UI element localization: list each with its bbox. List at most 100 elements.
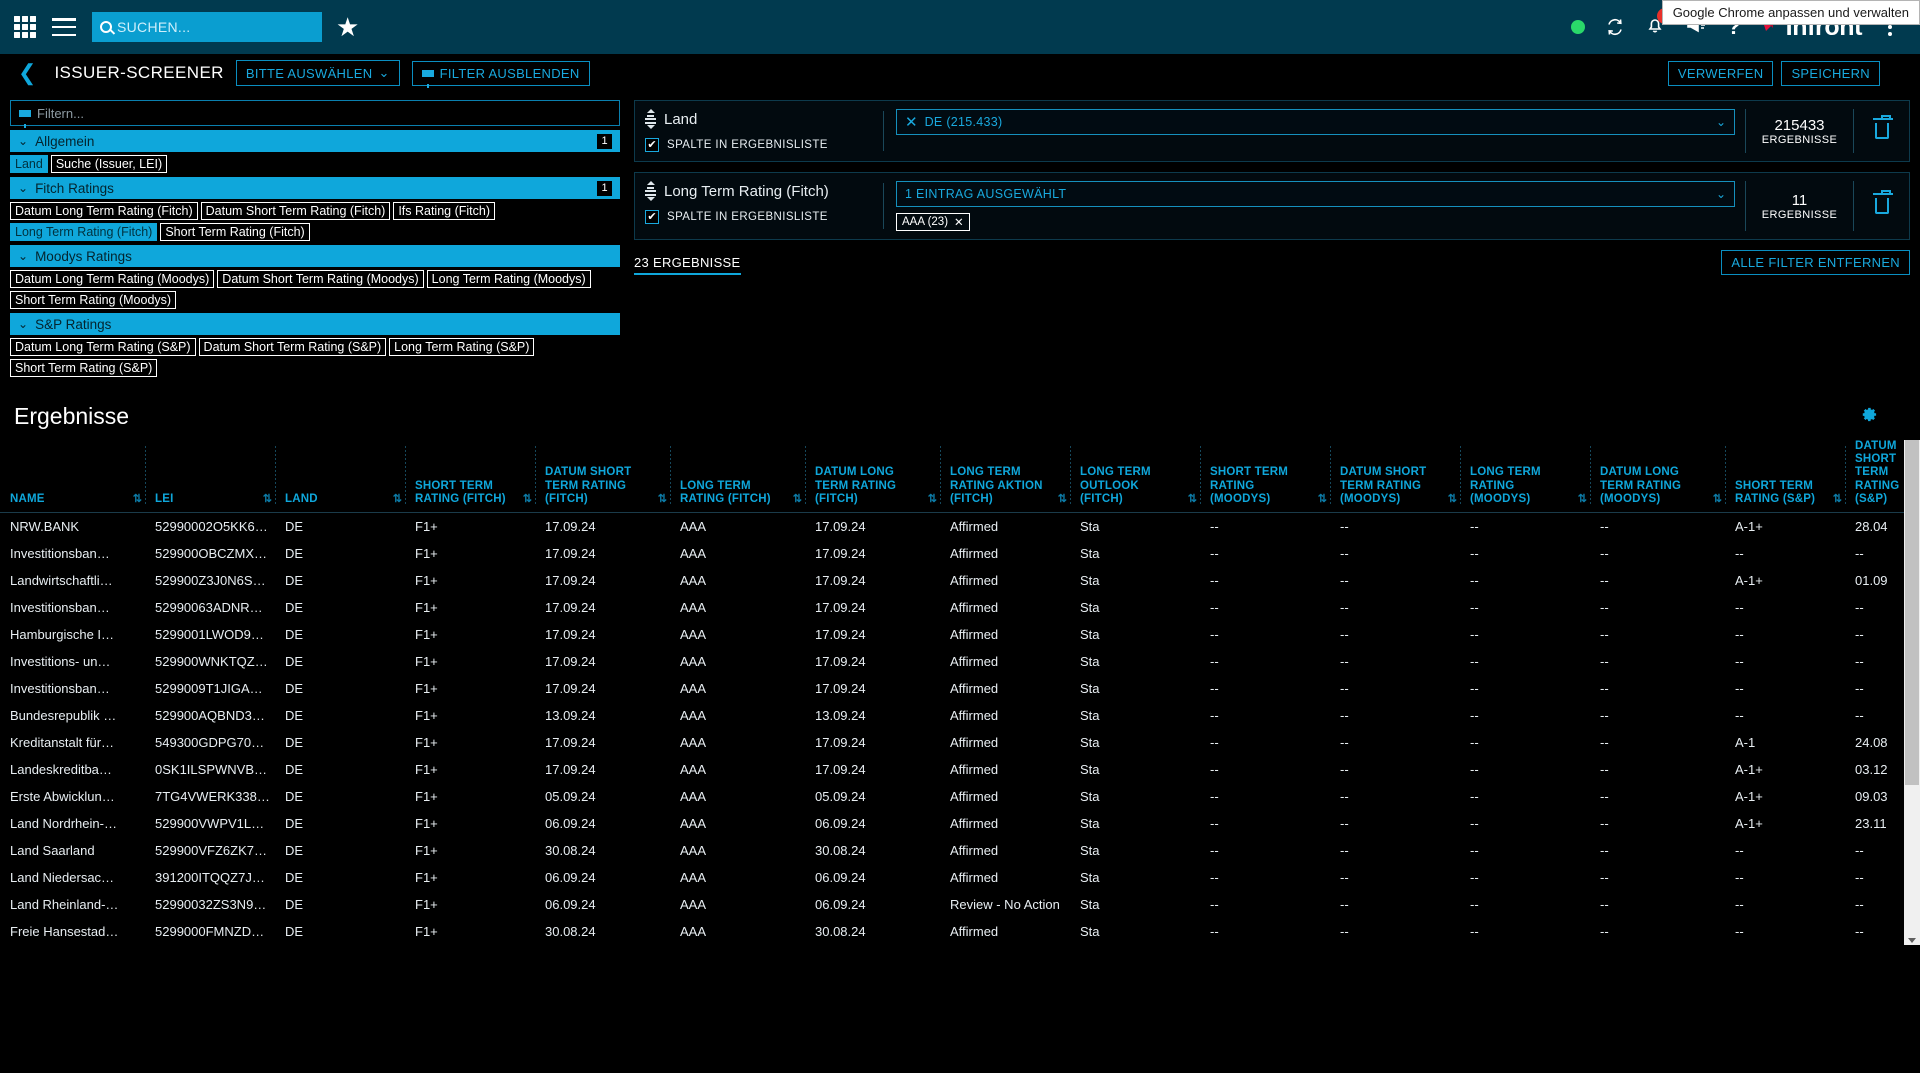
filter-search-input[interactable]: Filtern...: [10, 100, 620, 126]
selected-tag[interactable]: AAA (23)✕: [896, 213, 970, 231]
table-row[interactable]: Investitionsban…5299009T1JIGA…DEF1+17.09…: [0, 675, 1920, 702]
filter-group-header[interactable]: ⌄Moodys Ratings: [10, 245, 620, 267]
sort-toggle-icon[interactable]: ⇅: [1578, 493, 1586, 506]
table-cell: --: [1725, 918, 1845, 945]
table-row[interactable]: Erste Abwicklun…7TG4VWERK338…DEF1+05.09.…: [0, 783, 1920, 810]
filter-chip[interactable]: Short Term Rating (S&P): [10, 359, 157, 377]
results-vertical-scrollbar[interactable]: [1904, 440, 1920, 945]
table-column-header[interactable]: DATUM LONG TERM RATING (MOODYS)⇅: [1590, 440, 1725, 513]
table-cell: DE: [275, 648, 405, 675]
filter-chip[interactable]: Ifs Rating (Fitch): [393, 202, 495, 220]
table-row[interactable]: Kreditanstalt für…549300GDPG70…DEF1+17.0…: [0, 729, 1920, 756]
hide-filter-button[interactable]: FILTER AUSBLENDEN: [412, 61, 590, 86]
sort-toggle-icon[interactable]: ⇅: [928, 493, 936, 506]
table-row[interactable]: Bundesrepublik …529900AQBND3…DEF1+13.09.…: [0, 702, 1920, 729]
table-column-header[interactable]: DATUM LONG TERM RATING (FITCH)⇅: [805, 440, 940, 513]
sort-toggle-icon[interactable]: ⇅: [1448, 493, 1456, 506]
table-row[interactable]: Investitionsban…52990063ADNR…DEF1+17.09.…: [0, 594, 1920, 621]
table-row[interactable]: Investitionsban…529900OBCZMX…DEF1+17.09.…: [0, 540, 1920, 567]
back-chevron-icon[interactable]: ❮: [12, 60, 42, 86]
table-row[interactable]: Hamburgische I…5299001LWOD9…DEF1+17.09.2…: [0, 621, 1920, 648]
table-cell: Sta: [1070, 513, 1200, 540]
table-row[interactable]: Land Rheinland-…52990032ZS3N9…DEF1+06.09…: [0, 891, 1920, 918]
gear-icon[interactable]: [1859, 405, 1878, 429]
filter-chip[interactable]: Suche (Issuer, LEI): [51, 155, 167, 173]
table-column-header[interactable]: NAME⇅: [0, 440, 145, 513]
filter-chip[interactable]: Short Term Rating (Moodys): [10, 291, 176, 309]
table-cell: --: [1330, 810, 1460, 837]
table-column-header[interactable]: DATUM SHORT TERM RATING (FITCH)⇅: [535, 440, 670, 513]
table-column-header[interactable]: LONG TERM RATING AKTION (FITCH)⇅: [940, 440, 1070, 513]
discard-button[interactable]: VERWERFEN: [1668, 61, 1774, 86]
column-in-results-checkbox[interactable]: SPALTE IN ERGEBNISLISTE: [645, 210, 873, 224]
sort-toggle-icon[interactable]: ⇅: [1833, 493, 1841, 506]
table-row[interactable]: Investitions- un…529900WNKTQZ…DEF1+17.09…: [0, 648, 1920, 675]
sort-toggle-icon[interactable]: ⇅: [1058, 493, 1066, 506]
table-column-header[interactable]: LAND⇅: [275, 440, 405, 513]
table-row[interactable]: Landwirtschaftli…529900Z3J0N6S…DEF1+17.0…: [0, 567, 1920, 594]
filter-group-header[interactable]: ⌄Fitch Ratings1: [10, 177, 620, 199]
clear-value-icon[interactable]: ✕: [905, 113, 918, 131]
sort-toggle-icon[interactable]: ⇅: [393, 493, 401, 506]
favorites-star-icon[interactable]: ★: [336, 14, 359, 40]
global-search-input[interactable]: SUCHEN...: [92, 12, 322, 42]
column-in-results-checkbox[interactable]: SPALTE IN ERGEBNISLISTE: [645, 138, 873, 152]
sort-toggle-icon[interactable]: ⇅: [523, 493, 531, 506]
table-column-header[interactable]: LONG TERM OUTLOOK (FITCH)⇅: [1070, 440, 1200, 513]
scrollbar-thumb[interactable]: [1905, 440, 1919, 785]
sort-toggle-icon[interactable]: ⇅: [133, 493, 141, 506]
scroll-down-arrow-icon[interactable]: [1908, 938, 1916, 943]
table-column-header[interactable]: DATUM SHORT TERM RATING (MOODYS)⇅: [1330, 440, 1460, 513]
filter-chip[interactable]: Datum Short Term Rating (S&P): [199, 338, 387, 356]
drag-handle-icon[interactable]: [645, 109, 656, 129]
save-button[interactable]: SPEICHERN: [1781, 61, 1880, 86]
table-row[interactable]: Landeskreditba…0SK1ILSPWNVB…DEF1+17.09.2…: [0, 756, 1920, 783]
table-row[interactable]: NRW.BANK52990002O5KK6…DEF1+17.09.24AAA17…: [0, 513, 1920, 540]
apps-grid-icon[interactable]: [14, 16, 36, 38]
table-cell: 52990032ZS3N9…: [145, 891, 275, 918]
sort-toggle-icon[interactable]: ⇅: [263, 493, 271, 506]
table-column-header[interactable]: SHORT TERM RATING (FITCH)⇅: [405, 440, 535, 513]
filter-chip[interactable]: Short Term Rating (Fitch): [160, 223, 309, 241]
delete-filter-button[interactable]: [1853, 109, 1909, 153]
drag-handle-icon[interactable]: [645, 181, 656, 201]
table-column-header[interactable]: LONG TERM RATING (FITCH)⇅: [670, 440, 805, 513]
table-cell: Affirmed: [940, 837, 1070, 864]
filter-chip[interactable]: Datum Short Term Rating (Fitch): [201, 202, 391, 220]
table-column-header[interactable]: LEI⇅: [145, 440, 275, 513]
filter-chip[interactable]: Datum Long Term Rating (Moodys): [10, 270, 214, 288]
table-cell: AAA: [670, 783, 805, 810]
filter-chip[interactable]: Datum Short Term Rating (Moodys): [217, 270, 423, 288]
table-cell: 30.08.24: [535, 918, 670, 945]
filter-chip[interactable]: Datum Long Term Rating (Fitch): [10, 202, 198, 220]
delete-filter-button[interactable]: [1853, 181, 1909, 231]
filter-group-header[interactable]: ⌄Allgemein1: [10, 130, 620, 152]
remove-tag-icon[interactable]: ✕: [954, 215, 964, 229]
sort-toggle-icon[interactable]: ⇅: [1188, 493, 1196, 506]
filter-value-dropdown[interactable]: 1 EINTRAG AUSGEWÄHLT⌄: [896, 181, 1735, 207]
table-column-header[interactable]: SHORT TERM RATING (S&P)⇅: [1725, 440, 1845, 513]
sort-toggle-icon[interactable]: ⇅: [793, 493, 801, 506]
filter-value-dropdown[interactable]: ✕DE (215.433)⌄: [896, 109, 1735, 135]
sort-toggle-icon[interactable]: ⇅: [658, 493, 666, 506]
table-column-header[interactable]: SHORT TERM RATING (MOODYS)⇅: [1200, 440, 1330, 513]
hamburger-menu-icon[interactable]: [52, 18, 76, 36]
clear-all-filters-button[interactable]: ALLE FILTER ENTFERNEN: [1721, 250, 1910, 275]
preset-select-dropdown[interactable]: BITTE AUSWÄHLEN ⌄: [236, 60, 400, 86]
filter-chip[interactable]: Long Term Rating (Moodys): [427, 270, 591, 288]
table-row[interactable]: Land Saarland529900VFZ6ZK7…DEF1+30.08.24…: [0, 837, 1920, 864]
table-column-header[interactable]: LONG TERM RATING (MOODYS)⇅: [1460, 440, 1590, 513]
table-row[interactable]: Land Nordrhein-…529900VWPV1L…DEF1+06.09.…: [0, 810, 1920, 837]
clear-all-filters-label: ALLE FILTER ENTFERNEN: [1731, 255, 1900, 270]
filter-chip[interactable]: Datum Long Term Rating (S&P): [10, 338, 196, 356]
results-table: NAME⇅LEI⇅LAND⇅SHORT TERM RATING (FITCH)⇅…: [0, 440, 1920, 945]
refresh-sync-icon[interactable]: [1605, 17, 1625, 37]
filter-chip[interactable]: Long Term Rating (S&P): [389, 338, 534, 356]
filter-chip[interactable]: Land: [10, 155, 48, 173]
table-row[interactable]: Land Niedersac…391200ITQQZ7J…DEF1+06.09.…: [0, 864, 1920, 891]
sort-toggle-icon[interactable]: ⇅: [1318, 493, 1326, 506]
table-row[interactable]: Freie Hansestad…5299000FMNZD…DEF1+30.08.…: [0, 918, 1920, 945]
sort-toggle-icon[interactable]: ⇅: [1713, 493, 1721, 506]
filter-chip[interactable]: Long Term Rating (Fitch): [10, 223, 157, 241]
filter-group-header[interactable]: ⌄S&P Ratings: [10, 313, 620, 335]
